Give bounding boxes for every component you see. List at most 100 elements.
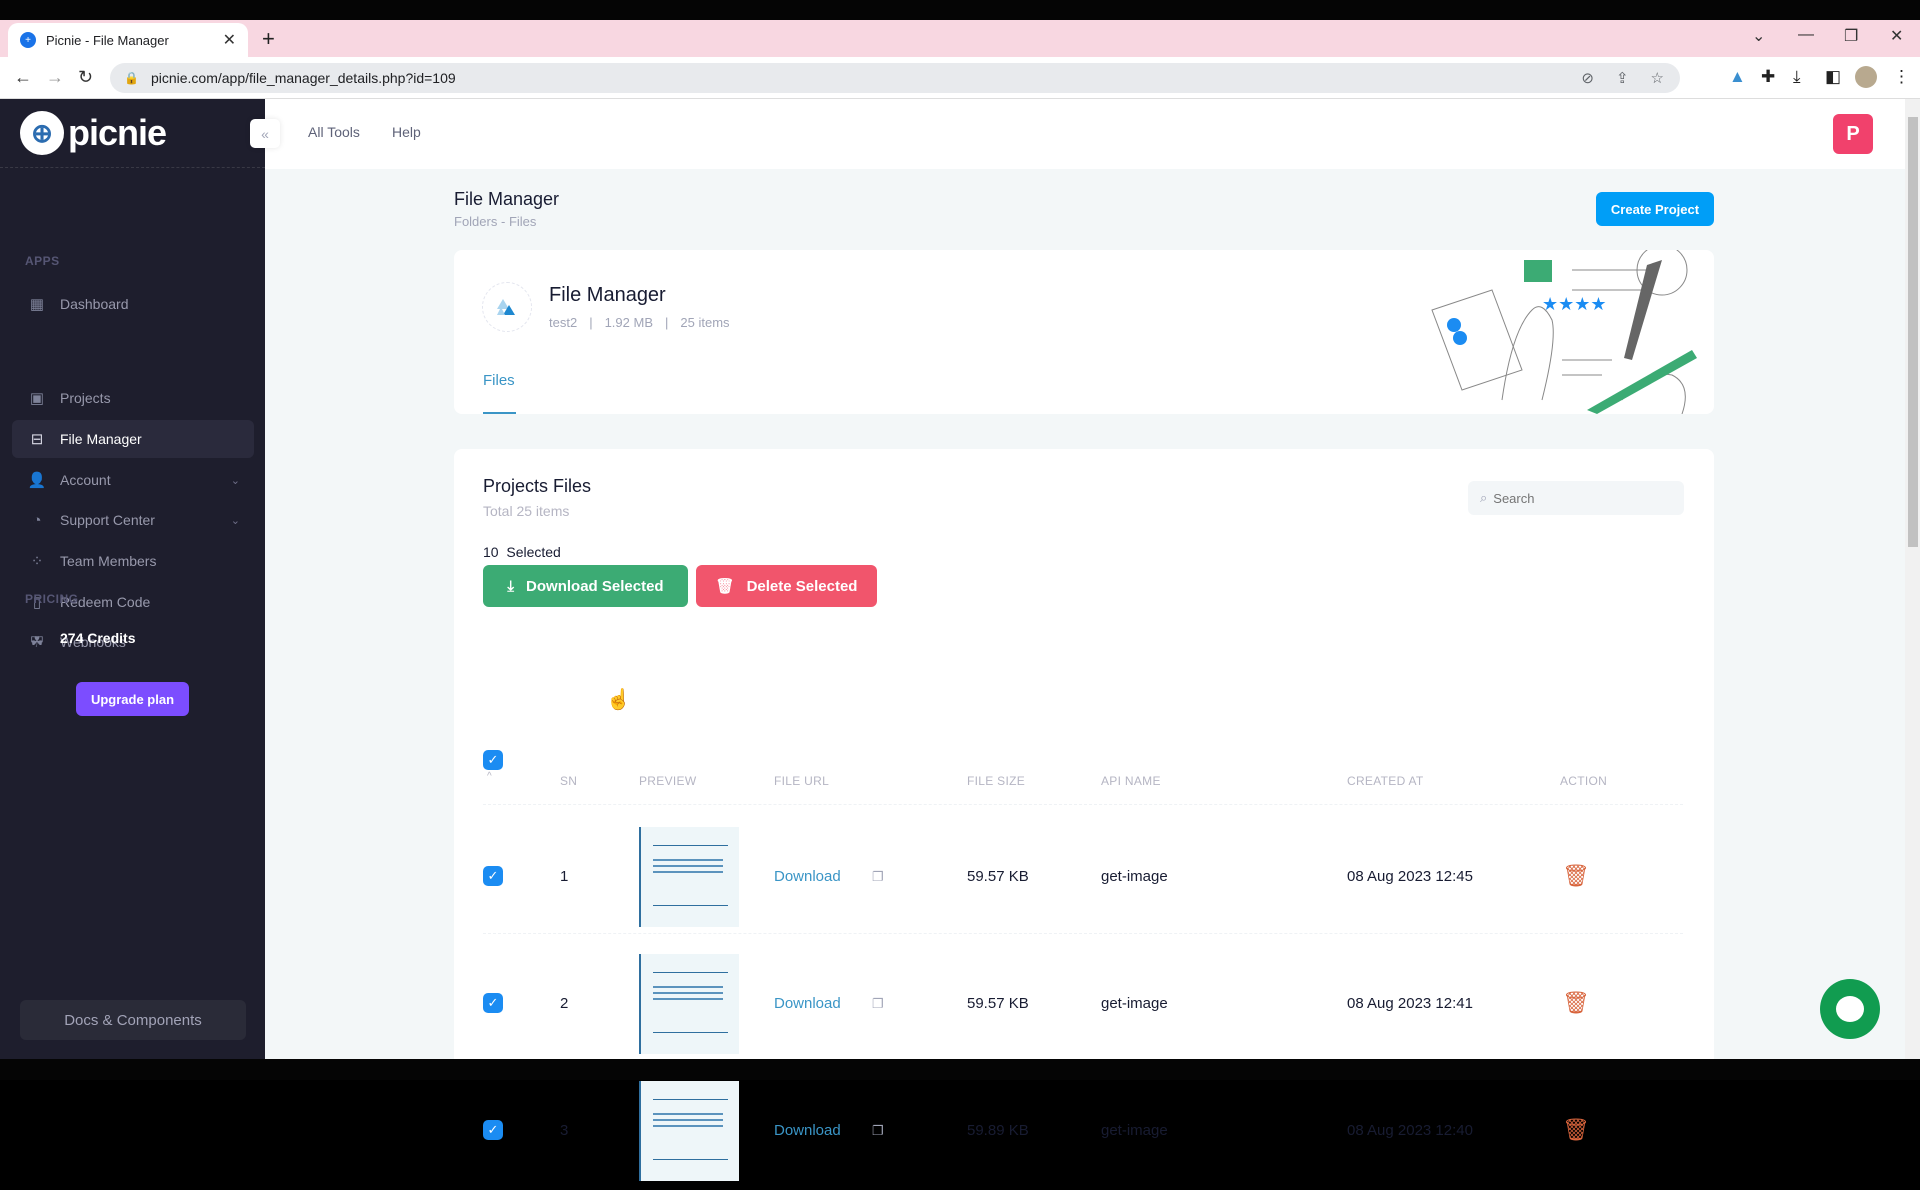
collapse-sidebar-button[interactable]: « xyxy=(250,119,280,148)
chat-bubble-icon xyxy=(1836,996,1864,1022)
menu-kebab-icon[interactable]: ⋮ xyxy=(1893,67,1910,87)
upgrade-plan-button[interactable]: Upgrade plan xyxy=(76,682,189,716)
eye-off-icon[interactable]: ⊘ xyxy=(1581,69,1594,87)
col-sn[interactable]: SN xyxy=(560,774,577,788)
tab-search-icon[interactable]: ⌄ xyxy=(1752,26,1765,46)
projects-icon: ▣ xyxy=(29,390,45,407)
section-apps: APPS xyxy=(25,254,60,268)
search-box[interactable]: ⌕ xyxy=(1468,481,1684,515)
trash-icon: 🗑 xyxy=(715,578,735,595)
folder-size: 1.92 MB xyxy=(604,315,653,330)
row-sn: 1 xyxy=(560,868,569,885)
sidebar: ⊕ picnie ▦ Dashboard APPS ▣ Projects ⊟ F… xyxy=(0,99,265,1059)
section-pricing: PRICING xyxy=(25,592,79,606)
reload-icon[interactable]: ↻ xyxy=(78,67,93,88)
file-preview-thumbnail[interactable] xyxy=(639,954,739,1054)
active-tab-indicator xyxy=(483,412,516,414)
chevron-down-icon: ⌄ xyxy=(230,514,240,527)
maximize-icon[interactable]: ❐ xyxy=(1844,26,1858,46)
selected-label: Selected xyxy=(506,544,561,560)
create-project-button[interactable]: Create Project xyxy=(1596,192,1714,226)
app: ⊕ picnie ▦ Dashboard APPS ▣ Projects ⊟ F… xyxy=(0,99,1920,1181)
download-link[interactable]: Download xyxy=(774,868,841,885)
delete-row-icon[interactable]: 🗑 xyxy=(1562,863,1590,889)
logo-icon: ⊕ xyxy=(20,111,64,155)
sidebar-item-projects[interactable]: ▣ Projects xyxy=(12,379,254,417)
row-checkbox[interactable]: ✓ xyxy=(483,993,503,1013)
sidebar-item-label: Account xyxy=(60,472,111,488)
new-tab-icon[interactable]: + xyxy=(262,26,275,52)
search-input[interactable] xyxy=(1493,490,1664,506)
close-tab-icon[interactable]: ✕ xyxy=(223,30,236,50)
chat-widget-button[interactable] xyxy=(1820,979,1880,1039)
back-icon[interactable]: ← xyxy=(14,67,32,88)
file-preview-thumbnail[interactable] xyxy=(639,827,739,927)
download-selected-button[interactable]: ⤓ Download Selected xyxy=(483,565,688,607)
table-row: ✓ 1 Download ❐ 59.57 KB get-image 08 Aug… xyxy=(454,809,1714,936)
user-avatar[interactable]: P xyxy=(1833,114,1873,154)
download-icon[interactable]: ⤓ xyxy=(1793,67,1801,87)
project-files-card: Projects Files Total 25 items ⌕ 10 Selec… xyxy=(454,449,1714,1181)
file-manager-icon: ⊟ xyxy=(30,431,44,448)
download-link[interactable]: Download xyxy=(774,1122,841,1139)
logo[interactable]: ⊕ picnie xyxy=(20,111,167,155)
close-window-icon[interactable]: ✕ xyxy=(1890,26,1903,46)
address-bar[interactable]: 🔒 picnie.com/app/file_manager_details.ph… xyxy=(110,63,1680,93)
nav-help[interactable]: Help xyxy=(392,124,421,140)
sidebar-item-label: Support Center xyxy=(60,512,155,528)
download-link[interactable]: Download xyxy=(774,995,841,1012)
row-api-name: get-image xyxy=(1101,1122,1168,1139)
profile-avatar[interactable] xyxy=(1855,66,1877,88)
breadcrumb-folders[interactable]: Folders xyxy=(454,214,497,229)
docs-components-button[interactable]: Docs & Components xyxy=(20,1000,246,1040)
tab-files[interactable]: Files xyxy=(483,372,515,389)
row-file-size: 59.57 KB xyxy=(967,995,1029,1012)
puzzle-icon[interactable]: ✚ xyxy=(1761,67,1775,87)
file-preview-thumbnail[interactable] xyxy=(639,1081,739,1181)
row-file-size: 59.89 KB xyxy=(967,1122,1029,1139)
sidebar-item-dashboard[interactable]: ▦ Dashboard xyxy=(12,285,254,323)
sidebar-item-team-members[interactable]: ⁘ Team Members xyxy=(12,542,254,580)
side-panel-icon[interactable]: ◧ xyxy=(1825,67,1841,87)
account-icon: 👤 xyxy=(27,472,47,489)
copy-icon[interactable]: ❐ xyxy=(872,869,884,885)
forward-icon[interactable]: → xyxy=(46,67,64,88)
row-api-name: get-image xyxy=(1101,995,1168,1012)
row-sn: 2 xyxy=(560,995,569,1012)
sidebar-item-label: File Manager xyxy=(60,431,142,447)
share-icon[interactable]: ⇪ xyxy=(1616,69,1629,87)
logo-text: picnie xyxy=(68,112,167,153)
copy-icon[interactable]: ❐ xyxy=(872,1123,884,1139)
row-created-at: 08 Aug 2023 12:40 xyxy=(1347,1122,1473,1139)
folder-item-count: 25 items xyxy=(680,315,730,330)
delete-row-icon[interactable]: 🗑 xyxy=(1562,1117,1590,1143)
extension-icon[interactable]: ▲ xyxy=(1729,67,1746,87)
sidebar-item-account[interactable]: 👤 Account ⌄ xyxy=(12,461,254,499)
select-all-checkbox[interactable]: ✓ xyxy=(483,750,503,770)
copy-icon[interactable]: ❐ xyxy=(872,996,884,1012)
page-scrollbar[interactable] xyxy=(1905,99,1920,1059)
sidebar-item-credits[interactable]: ▭ 274 Credits xyxy=(12,619,254,657)
delete-row-icon[interactable]: 🗑 xyxy=(1562,990,1590,1016)
browser-tab[interactable]: + Picnie - File Manager ✕ xyxy=(8,23,248,57)
sidebar-item-file-manager[interactable]: ⊟ File Manager xyxy=(12,420,254,458)
bookmark-star-icon[interactable]: ☆ xyxy=(1651,69,1664,87)
breadcrumb: Folders - Files xyxy=(454,214,536,229)
delete-selected-button[interactable]: 🗑 Delete Selected xyxy=(696,565,877,607)
sort-caret-icon[interactable]: ^ xyxy=(487,771,492,782)
meta-separator: | xyxy=(665,315,669,330)
sidebar-item-support-center[interactable]: ◔ Support Center ⌄ xyxy=(12,501,254,539)
minimize-icon[interactable]: — xyxy=(1798,26,1814,44)
sidebar-item-label: Dashboard xyxy=(60,296,129,312)
row-checkbox[interactable]: ✓ xyxy=(483,866,503,886)
folder-owner: test2 xyxy=(549,315,578,330)
header-divider xyxy=(483,804,1683,805)
row-checkbox[interactable]: ✓ xyxy=(483,1120,503,1140)
selected-number: 10 xyxy=(483,544,499,560)
scrollbar-thumb[interactable] xyxy=(1908,117,1918,547)
download-selected-label: Download Selected xyxy=(526,577,664,595)
folder-name: File Manager xyxy=(549,284,666,306)
nav-all-tools[interactable]: All Tools xyxy=(308,124,360,140)
header-illustration: ★★★★ xyxy=(1431,250,1697,414)
files-title: Projects Files xyxy=(483,476,592,496)
